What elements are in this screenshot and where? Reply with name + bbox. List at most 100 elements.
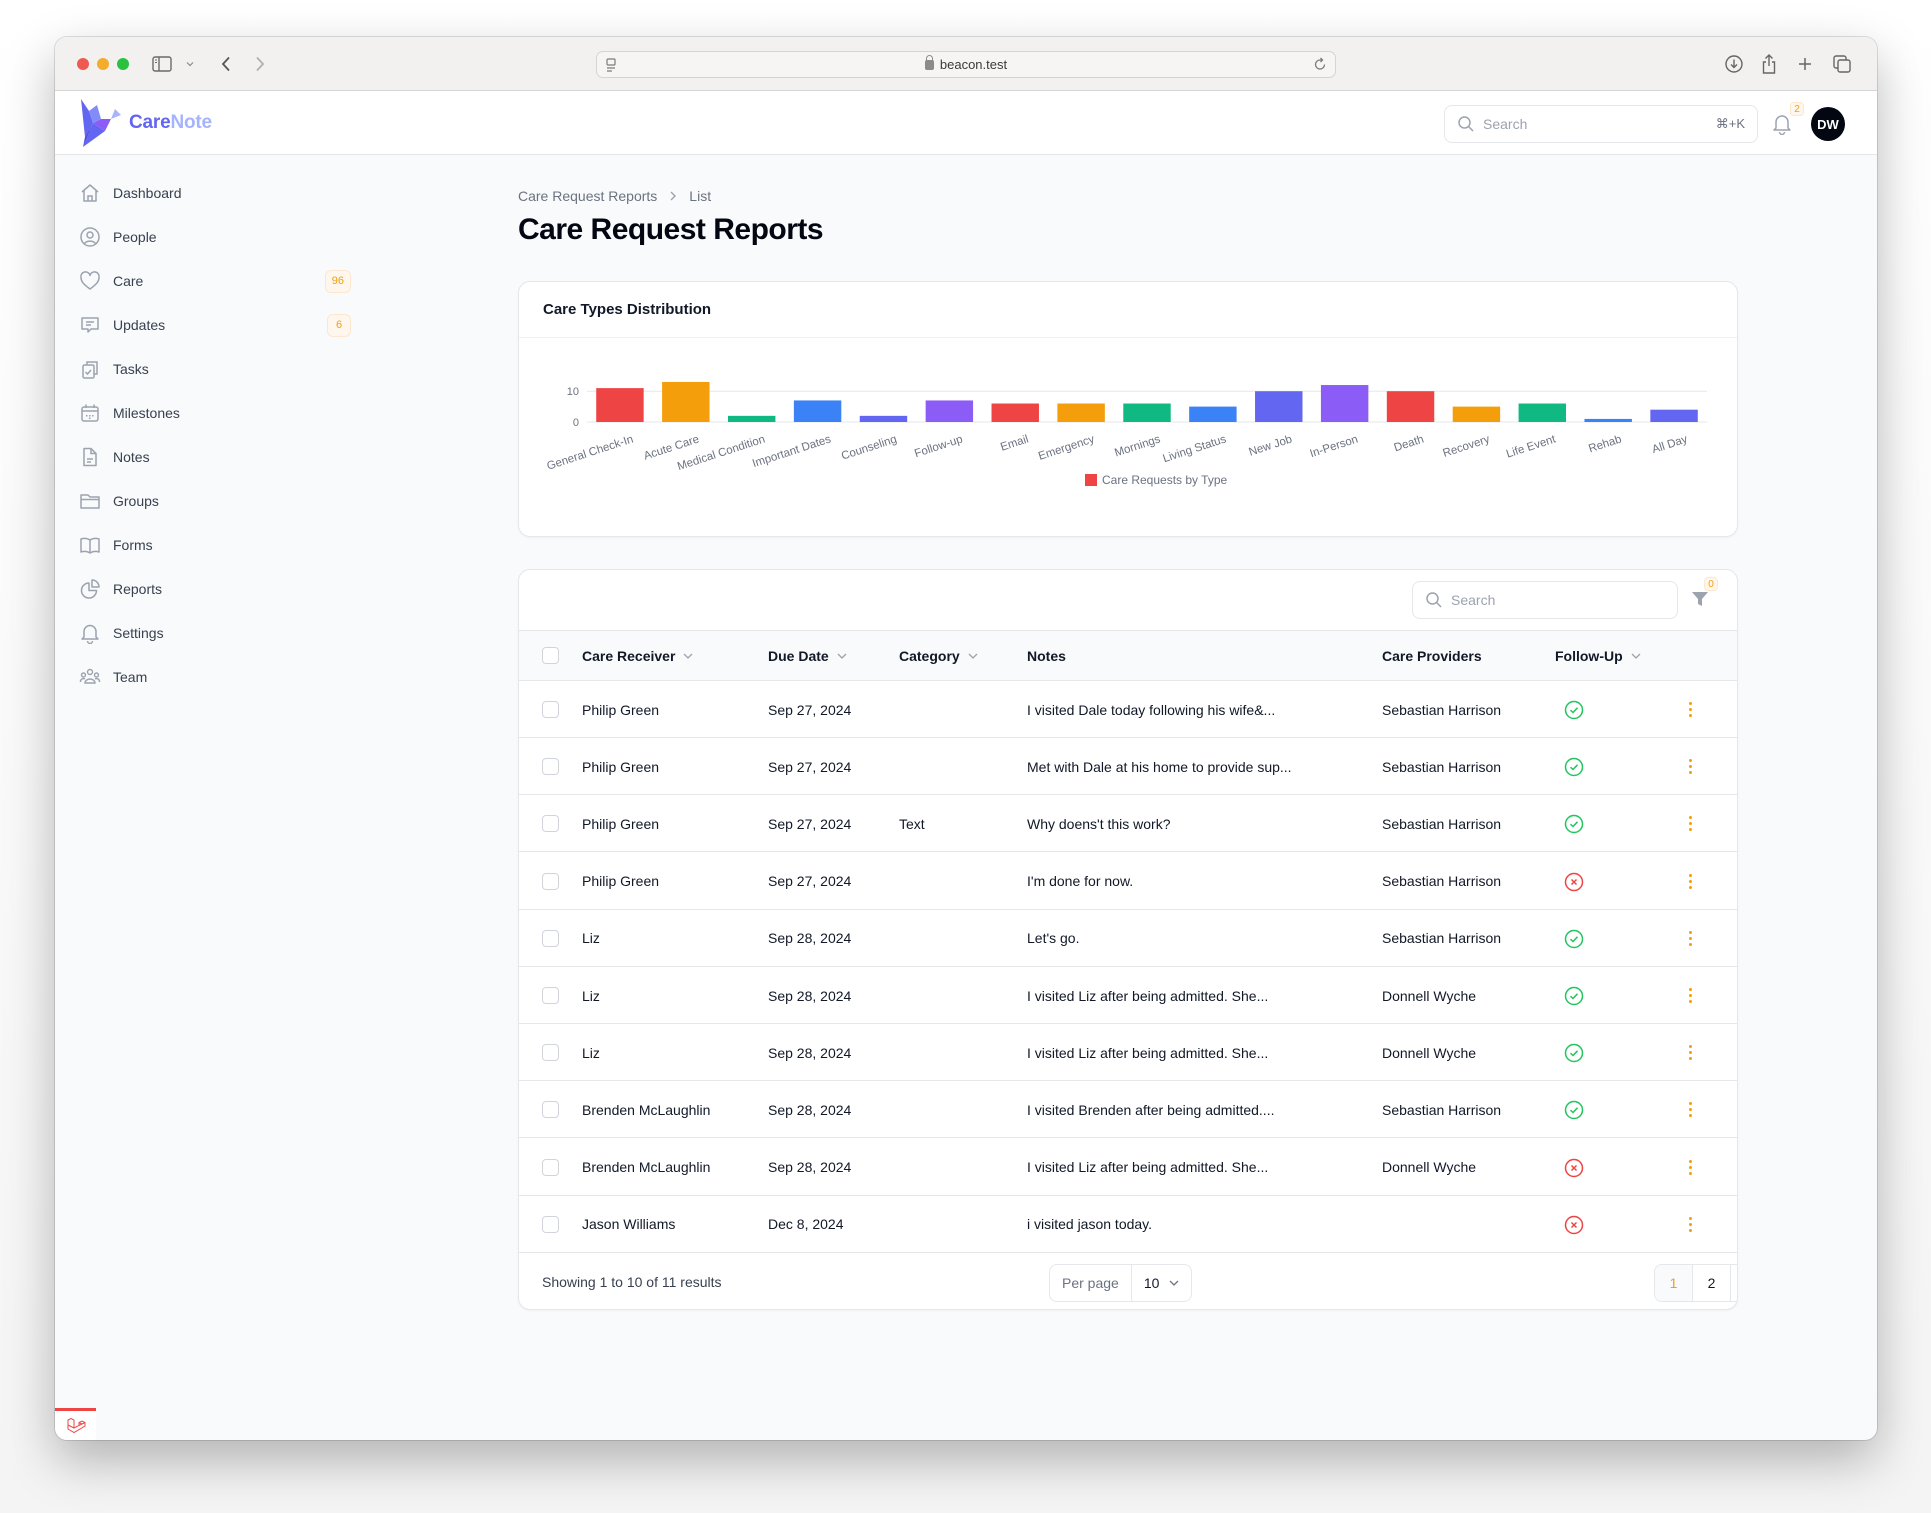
table-row[interactable]: Brenden McLaughlin Sep 28, 2024 I visited …	[519, 1081, 1737, 1139]
care-receiver-cell[interactable]: Brenden McLaughlin	[582, 1081, 710, 1138]
sidebar-item-forms[interactable]: Forms	[79, 527, 351, 563]
sidebar-item-team[interactable]: Team	[79, 659, 351, 695]
bar-important-dates[interactable]	[793, 400, 842, 422]
care-receiver-cell[interactable]: Liz	[582, 1024, 600, 1081]
care-receiver-cell[interactable]: Philip Green	[582, 853, 659, 910]
row-checkbox[interactable]	[542, 929, 559, 947]
care-receiver-cell[interactable]: Jason Williams	[582, 1196, 675, 1253]
row-checkbox[interactable]	[542, 701, 559, 718]
sidebar-item-milestones[interactable]: Milestones	[79, 395, 351, 431]
reload-icon[interactable]	[1313, 56, 1327, 75]
sidebar-item-notes[interactable]: Notes	[79, 439, 351, 475]
bar-life-event[interactable]	[1518, 403, 1567, 422]
sidebar-item-tasks[interactable]: Tasks	[79, 351, 351, 387]
sidebar-item-people[interactable]: People	[79, 219, 351, 255]
row-actions-menu-icon[interactable]	[1687, 1043, 1693, 1062]
sidebar-item-settings[interactable]: Settings	[79, 615, 351, 651]
debugbar-toggle[interactable]	[55, 1408, 96, 1440]
table-row[interactable]: Brenden McLaughlin Sep 28, 2024 I visited …	[519, 1139, 1737, 1196]
care-receiver-cell[interactable]: Philip Green	[582, 681, 659, 738]
filter-button[interactable]	[1691, 590, 1709, 613]
bar-email[interactable]	[991, 403, 1039, 422]
row-checkbox[interactable]	[542, 1158, 559, 1176]
sidebar-item-updates[interactable]: Updates 6	[79, 307, 351, 343]
row-checkbox[interactable]	[542, 987, 559, 1004]
row-checkbox[interactable]	[542, 758, 559, 776]
care-receiver-cell[interactable]: Liz	[582, 910, 600, 967]
row-actions-menu-icon[interactable]	[1687, 872, 1693, 891]
care-receiver-cell[interactable]: Philip Green	[582, 738, 659, 795]
row-actions-menu-icon[interactable]	[1687, 814, 1693, 833]
per-page-value[interactable]: 10	[1132, 1275, 1192, 1291]
care-receiver-cell[interactable]: Liz	[582, 967, 600, 1024]
row-checkbox[interactable]	[542, 1215, 559, 1233]
row-actions-menu-icon[interactable]	[1687, 929, 1693, 948]
new-tab-icon[interactable]	[1797, 53, 1813, 75]
close-window-button[interactable]	[77, 58, 89, 70]
bar-counseling[interactable]	[859, 415, 908, 422]
column-header-care-receiver[interactable]: Care Receiver	[582, 631, 693, 681]
page-1-button[interactable]: 1	[1655, 1265, 1693, 1301]
share-icon[interactable]	[1761, 53, 1777, 75]
page-menu-icon[interactable]	[605, 57, 617, 76]
care-receiver-cell[interactable]: Brenden McLaughlin	[582, 1139, 710, 1196]
address-bar[interactable]: beacon.test	[596, 51, 1336, 78]
column-header-category[interactable]: Category	[899, 631, 978, 681]
bar-acute-care[interactable]	[662, 381, 710, 422]
chevron-down-icon[interactable]	[186, 53, 194, 75]
row-actions-menu-icon[interactable]	[1687, 757, 1693, 776]
table-row[interactable]: Philip Green Sep 27, 2024 I visited Dale t…	[519, 681, 1737, 738]
table-row[interactable]: Philip Green Sep 27, 2024 I'm done for now…	[519, 853, 1737, 910]
bar-new-job[interactable]	[1255, 391, 1303, 422]
tab-overview-icon[interactable]	[1832, 53, 1852, 75]
bar-follow-up[interactable]	[925, 400, 974, 422]
breadcrumb-parent-link[interactable]: Care Request Reports	[518, 188, 657, 204]
global-search-input[interactable]: Search ⌘+K	[1444, 105, 1758, 143]
bar-rehab[interactable]	[1584, 418, 1632, 422]
sidebar-toggle-icon[interactable]	[152, 53, 172, 75]
downloads-icon[interactable]	[1724, 53, 1744, 75]
sidebar-item-dashboard[interactable]: Dashboard	[79, 175, 351, 211]
back-icon[interactable]	[221, 53, 231, 75]
sidebar-item-groups[interactable]: Groups	[79, 483, 351, 519]
table-row[interactable]: Jason Williams Dec 8, 2024 i visited jason…	[519, 1196, 1737, 1253]
sidebar-item-reports[interactable]: Reports	[79, 571, 351, 607]
bar-general-check-in[interactable]	[596, 388, 644, 422]
user-avatar[interactable]: DW	[1811, 107, 1845, 141]
table-row[interactable]: Philip Green Sep 27, 2024 Text Why doens't …	[519, 795, 1737, 853]
row-actions-menu-icon[interactable]	[1687, 1100, 1693, 1119]
row-checkbox[interactable]	[542, 1044, 559, 1062]
row-checkbox[interactable]	[542, 872, 559, 890]
row-checkbox[interactable]	[542, 1101, 559, 1119]
row-actions-menu-icon[interactable]	[1687, 986, 1693, 1005]
carenote-logo[interactable]: CareNote	[79, 97, 212, 149]
table-search-input[interactable]: Search	[1412, 581, 1678, 619]
page-2-button[interactable]: 2	[1693, 1265, 1731, 1301]
table-row[interactable]: Liz Sep 28, 2024 I visited Liz after being…	[519, 967, 1737, 1024]
bar-in-person[interactable]	[1320, 385, 1369, 422]
sidebar-item-care[interactable]: Care 96	[79, 263, 351, 299]
row-actions-menu-icon[interactable]	[1687, 700, 1693, 719]
table-row[interactable]: Philip Green Sep 27, 2024 Met with Dale at…	[519, 738, 1737, 796]
column-header-follow-up[interactable]: Follow-Up	[1555, 631, 1641, 681]
legend-label[interactable]: Care Requests by Type	[1102, 473, 1228, 487]
next-page-button[interactable]	[1731, 1265, 1737, 1301]
bar-emergency[interactable]	[1057, 403, 1105, 422]
select-all-checkbox[interactable]	[542, 647, 559, 664]
forward-icon[interactable]	[255, 53, 265, 75]
bar-living-status[interactable]	[1189, 406, 1237, 422]
table-row[interactable]: Liz Sep 28, 2024 Let's go. Sebastian Harris…	[519, 910, 1737, 967]
zoom-window-button[interactable]	[117, 58, 129, 70]
bar-all-day[interactable]	[1650, 409, 1698, 422]
care-receiver-cell[interactable]: Philip Green	[582, 795, 659, 852]
column-header-due-date[interactable]: Due Date	[768, 631, 847, 681]
bar-recovery[interactable]	[1452, 406, 1501, 422]
per-page-select[interactable]: Per page 10	[1049, 1264, 1193, 1302]
row-actions-menu-icon[interactable]	[1687, 1215, 1693, 1234]
row-actions-menu-icon[interactable]	[1687, 1158, 1693, 1177]
minimize-window-button[interactable]	[97, 58, 109, 70]
bar-medical-condition[interactable]	[727, 415, 776, 422]
bar-death[interactable]	[1386, 391, 1435, 422]
table-row[interactable]: Liz Sep 28, 2024 I visited Liz after being…	[519, 1024, 1737, 1082]
row-checkbox[interactable]	[542, 815, 559, 833]
